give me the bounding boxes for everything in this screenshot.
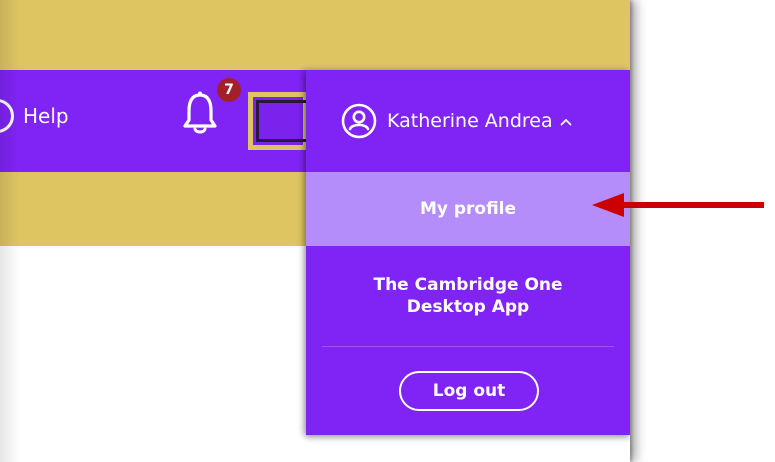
menu-divider: [322, 346, 614, 347]
user-name: Katherine Andrea: [387, 110, 553, 132]
app-screenshot: Help 7 Katherine Andrea My profile The C…: [0, 0, 630, 462]
user-circle-icon: [341, 103, 377, 139]
user-menu-toggle[interactable]: Katherine Andrea: [306, 70, 630, 172]
left-shadow: [0, 0, 20, 462]
menu-item-desktop-app[interactable]: The Cambridge One Desktop App: [306, 274, 630, 318]
bell-icon[interactable]: [180, 90, 220, 136]
menu-item-my-profile[interactable]: My profile: [306, 172, 630, 246]
notification-badge: 7: [217, 78, 241, 102]
focused-control[interactable]: [248, 92, 313, 150]
focus-outline: [256, 100, 313, 142]
desktop-app-label-line2: Desktop App: [406, 297, 530, 317]
logout-button[interactable]: Log out: [399, 371, 539, 411]
help-label: Help: [23, 104, 69, 128]
gold-top-band: [0, 0, 630, 70]
red-arrow-annotation: [592, 193, 764, 217]
user-menu-dropdown: Katherine Andrea My profile The Cambridg…: [306, 70, 630, 435]
desktop-app-label-line1: The Cambridge One: [373, 275, 563, 295]
chevron-up-icon: [560, 119, 572, 126]
